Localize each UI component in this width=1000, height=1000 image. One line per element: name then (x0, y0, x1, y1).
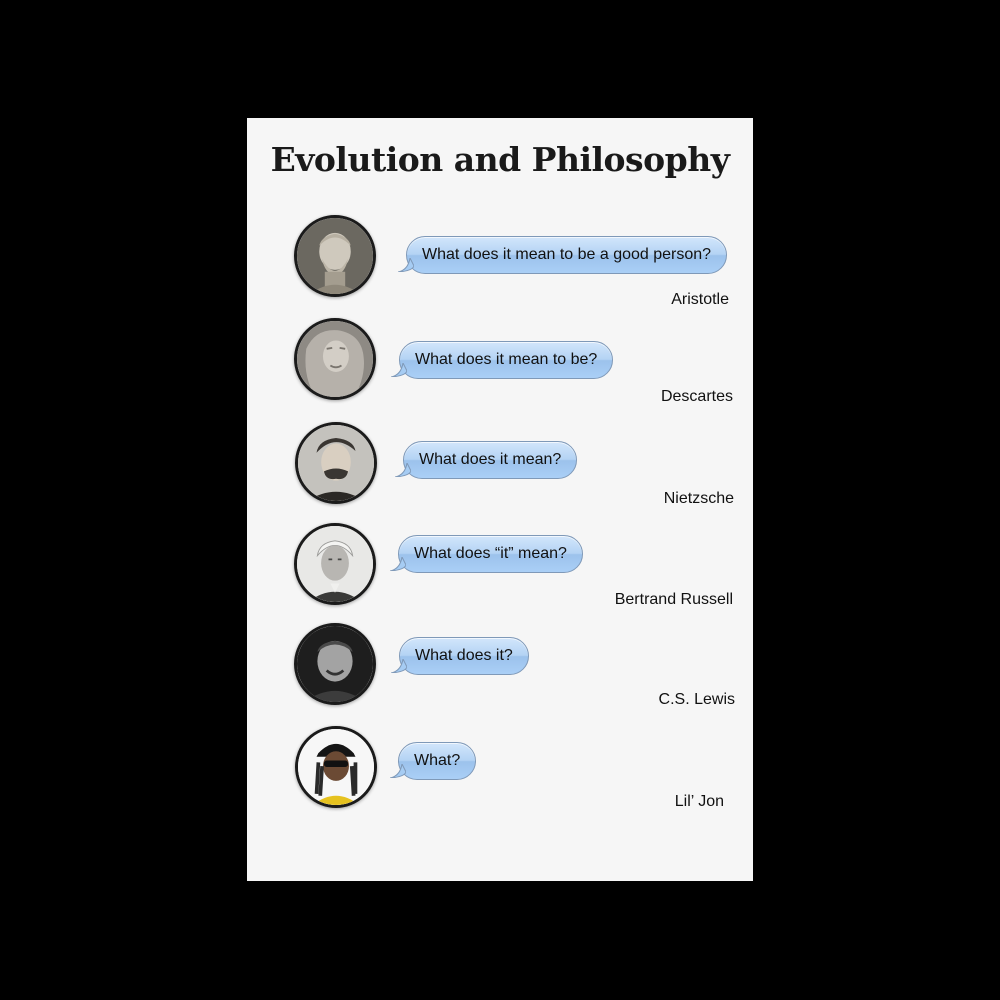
nietzsche-portrait (295, 422, 377, 504)
bubble-tail-icon (398, 258, 414, 272)
philosopher-name-descartes: Descartes (660, 388, 733, 405)
quote-bubble-bertrand-russell: What does “it” mean? (390, 535, 583, 573)
philosopher-name-aristotle: Aristotle (671, 291, 729, 308)
aristotle-portrait (294, 215, 376, 297)
philosopher-name-bertrand-russell: Bertrand Russell (614, 591, 733, 608)
bubble-tail-icon (391, 363, 407, 377)
quote-text: What does it mean to be a good person? (422, 246, 712, 263)
descartes-portrait (294, 318, 376, 400)
quote-text: What does “it” mean? (414, 545, 567, 562)
bubble-tail-icon (390, 764, 406, 778)
poster-title: Evolution and Philosophy (270, 140, 730, 179)
philosopher-name-lil-jon: Lil’ Jon (674, 793, 724, 810)
quote-bubble-lil-jon: What? (390, 742, 477, 780)
quote-bubble-aristotle: What does it mean to be a good person? (398, 236, 728, 274)
quote-bubble-nietzsche: What does it mean? (395, 441, 578, 479)
quote-text: What? (414, 752, 461, 769)
quote-text: What does it mean to be? (415, 351, 598, 368)
bubble-tail-icon (391, 659, 407, 673)
quote-text: What does it mean? (419, 451, 562, 468)
quote-bubble-cs-lewis: What does it? (391, 637, 529, 675)
bubble-tail-icon (390, 557, 406, 571)
lil-jon-portrait (295, 726, 377, 808)
quote-bubble-descartes: What does it mean to be? (391, 341, 614, 379)
bertrand-russell-portrait (294, 523, 376, 605)
cs-lewis-portrait (294, 623, 376, 705)
bubble-tail-icon (395, 463, 411, 477)
quote-text: What does it? (415, 647, 513, 664)
philosopher-name-nietzsche: Nietzsche (663, 490, 734, 507)
philosopher-name-cs-lewis: C.S. Lewis (658, 691, 735, 708)
